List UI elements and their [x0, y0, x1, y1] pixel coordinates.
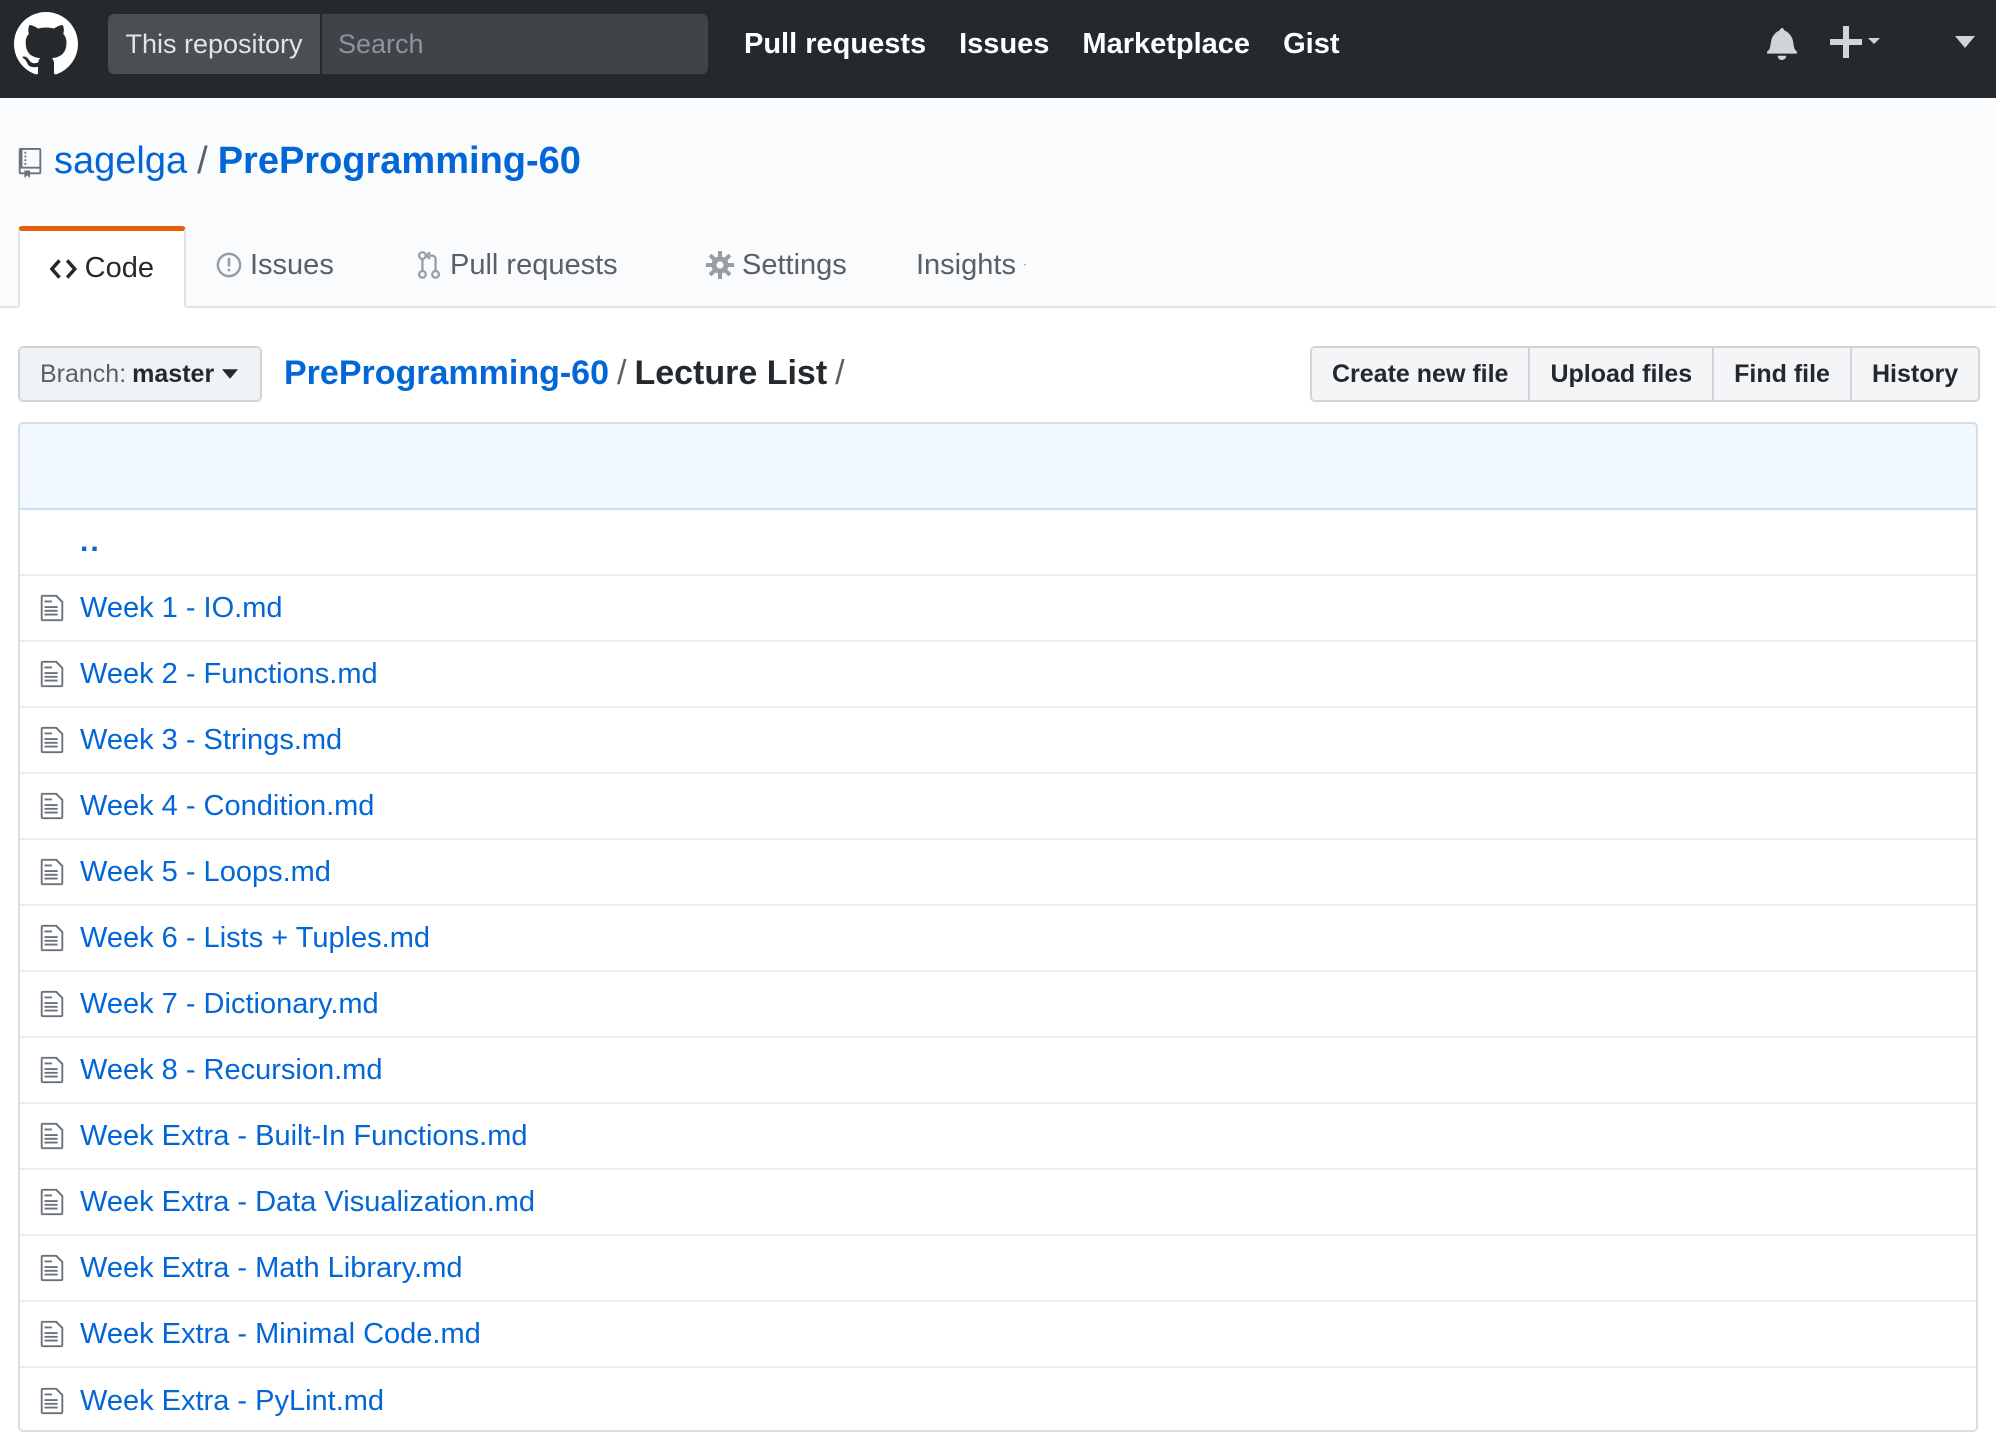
repo-tabs: Code Issues Pull requests Settings Insig… — [18, 226, 1056, 308]
file-row[interactable]: Week 5 - Loops.md — [20, 840, 1976, 906]
tab-settings[interactable]: Settings — [676, 226, 886, 304]
file-icon — [40, 1188, 64, 1216]
file-icon — [40, 1254, 64, 1282]
tab-code-label: Code — [84, 252, 154, 284]
file-icon — [40, 924, 64, 952]
file-icon — [40, 660, 64, 688]
find-file-button[interactable]: Find file — [1714, 348, 1852, 400]
global-nav: Pull requests Issues Marketplace Gist — [744, 0, 1372, 88]
file-row[interactable]: Week Extra - Data Visualization.md — [20, 1170, 1976, 1236]
breadcrumb-separator: / — [835, 354, 845, 392]
file-row[interactable]: Week Extra - PyLint.md — [20, 1368, 1976, 1430]
tab-code[interactable]: Code — [18, 226, 186, 308]
chevron-down-icon — [1023, 264, 1026, 266]
create-new-file-button[interactable]: Create new file — [1312, 348, 1531, 400]
file-row[interactable]: Week 8 - Recursion.md — [20, 1038, 1976, 1104]
file-link[interactable]: Week Extra - Minimal Code.md — [80, 1318, 481, 1351]
search-scope-label[interactable]: This repository — [108, 14, 322, 74]
nav-marketplace[interactable]: Marketplace — [1082, 28, 1250, 61]
breadcrumb-separator: / — [617, 354, 627, 392]
file-link[interactable]: Week 2 - Functions.md — [80, 658, 378, 691]
file-link[interactable]: Week 7 - Dictionary.md — [80, 988, 379, 1021]
repo-icon — [18, 148, 42, 178]
parent-directory-row[interactable]: .. — [20, 510, 1976, 576]
global-header: This repository Pull requests Issues Mar… — [0, 0, 1996, 98]
breadcrumb: PreProgramming-60/Lecture List / — [284, 350, 853, 396]
breadcrumb-repo-link[interactable]: PreProgramming-60 — [284, 354, 609, 392]
file-icon — [40, 792, 64, 820]
breadcrumb-current-folder: Lecture List — [634, 354, 828, 392]
code-icon — [50, 258, 77, 279]
file-row[interactable]: Week 7 - Dictionary.md — [20, 972, 1976, 1038]
search-box: This repository — [108, 14, 708, 74]
file-icon — [40, 858, 64, 886]
repo-title-separator: / — [197, 140, 208, 182]
plus-dropdown-icon[interactable] — [1830, 24, 1882, 60]
repo-name-link[interactable]: PreProgramming-60 — [218, 140, 581, 182]
history-button[interactable]: History — [1851, 348, 1979, 400]
parent-directory-link[interactable]: .. — [80, 525, 101, 559]
file-row[interactable]: Week 6 - Lists + Tuples.md — [20, 906, 1976, 972]
file-icon — [40, 726, 64, 754]
file-actions: Create new file Upload files Find file H… — [1310, 346, 1981, 402]
file-link[interactable]: Week Extra - Math Library.md — [80, 1252, 462, 1285]
file-icon — [40, 1387, 64, 1415]
repo-owner-link[interactable]: sagelga — [54, 140, 187, 182]
github-logo-icon[interactable] — [14, 12, 78, 76]
file-link[interactable]: Week Extra - PyLint.md — [80, 1385, 384, 1418]
tab-insights[interactable]: Insights — [886, 226, 1056, 304]
chevron-down-icon — [222, 369, 239, 379]
file-icon — [40, 1320, 64, 1348]
gear-icon — [706, 251, 734, 279]
file-link[interactable]: Week 1 - IO.md — [80, 592, 283, 625]
tab-issues[interactable]: Issues — [186, 226, 386, 304]
file-icon — [40, 1056, 64, 1084]
file-link[interactable]: Week Extra - Built-In Functions.md — [80, 1120, 528, 1153]
issue-opened-icon — [216, 252, 242, 278]
git-pull-request-icon — [417, 251, 441, 279]
branch-select-button[interactable]: Branch: master — [18, 346, 262, 402]
file-link[interactable]: Week 3 - Strings.md — [80, 724, 342, 757]
file-icon — [40, 1122, 64, 1150]
nav-pull-requests[interactable]: Pull requests — [744, 28, 926, 61]
file-row[interactable]: Week 4 - Condition.md — [20, 774, 1976, 840]
search-input[interactable] — [322, 14, 708, 74]
latest-commit-bar — [20, 424, 1976, 510]
user-menu-caret-icon[interactable] — [1955, 36, 1975, 48]
file-row[interactable]: Week Extra - Built-In Functions.md — [20, 1104, 1976, 1170]
file-row[interactable]: Week Extra - Math Library.md — [20, 1236, 1976, 1302]
repo-title: sagelga / PreProgramming-60 — [54, 138, 581, 184]
nav-issues[interactable]: Issues — [959, 28, 1049, 61]
file-link[interactable]: Week 6 - Lists + Tuples.md — [80, 922, 430, 955]
file-row[interactable]: Week Extra - Minimal Code.md — [20, 1302, 1976, 1368]
tab-settings-label: Settings — [742, 248, 847, 281]
file-row[interactable]: Week 1 - IO.md — [20, 576, 1976, 642]
tab-pull-requests[interactable]: Pull requests — [386, 226, 676, 304]
repo-header: sagelga/PreProgramming-60 Code Issues — [0, 98, 1996, 308]
file-link[interactable]: Week 5 - Loops.md — [80, 856, 331, 889]
branch-label: Branch: — [40, 359, 127, 388]
file-link[interactable]: Week 8 - Recursion.md — [80, 1054, 382, 1087]
tab-pull-requests-label: Pull requests — [450, 248, 618, 281]
tab-issues-label: Issues — [250, 248, 334, 281]
tab-insights-label: Insights — [916, 248, 1016, 281]
file-row[interactable]: Week 3 - Strings.md — [20, 708, 1976, 774]
file-link[interactable]: Week 4 - Condition.md — [80, 790, 374, 823]
nav-gist[interactable]: Gist — [1283, 28, 1339, 61]
bell-icon[interactable] — [1766, 26, 1798, 60]
file-link[interactable]: Week Extra - Data Visualization.md — [80, 1186, 535, 1219]
file-row[interactable]: Week 2 - Functions.md — [20, 642, 1976, 708]
branch-name: master — [132, 359, 215, 388]
file-list: .. Week 1 - IO.md Week 2 - Functions.md … — [18, 422, 1978, 1432]
file-icon — [40, 990, 64, 1018]
upload-files-button[interactable]: Upload files — [1530, 348, 1715, 400]
file-icon — [40, 594, 64, 622]
